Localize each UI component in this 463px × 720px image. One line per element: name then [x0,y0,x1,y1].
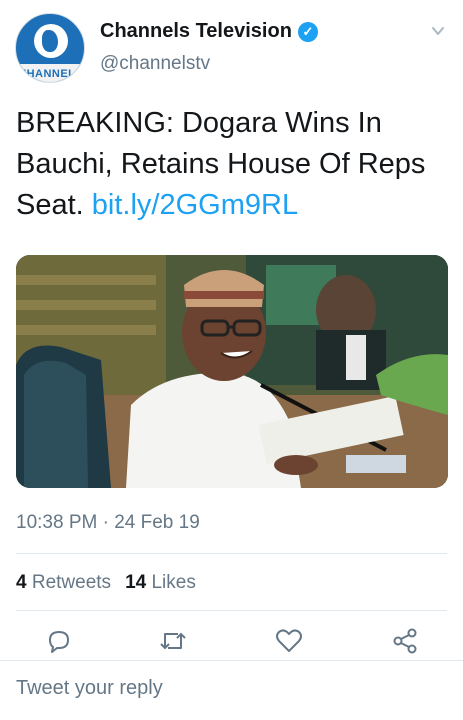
photo-illustration [16,255,448,488]
verified-badge-icon: ✓ [297,21,318,42]
share-button[interactable] [388,624,422,658]
user-handle[interactable]: @channelstv [100,53,210,75]
likes-stat[interactable]: 14 Likes [125,572,196,594]
like-button[interactable] [272,624,306,658]
display-name[interactable]: Channels Television [100,20,292,43]
divider [16,610,447,611]
retweets-count: 4 [16,572,27,593]
tweet-header: 'HANNEL' Channels Television ✓ @channels… [0,0,463,95]
share-icon [393,628,417,654]
heart-icon [276,629,302,652]
reply-input[interactable] [16,677,446,700]
avatar-logo-text: 'HANNEL' [16,64,84,82]
retweets-stat[interactable]: 4 Retweets [16,572,111,594]
engagement-stats: 4 Retweets 14 Likes [16,572,196,594]
chevron-down-icon[interactable] [431,24,445,38]
likes-label: Likes [151,572,196,593]
retweets-label: Retweets [31,572,112,593]
reply-icon [49,631,69,653]
action-bar [0,624,463,658]
tweet-photo[interactable] [16,255,448,488]
tweet-timestamp: 10:38 PM · 24 Feb 19 [16,512,200,533]
likes-count: 14 [125,572,147,593]
name-row[interactable]: Channels Television ✓ [100,20,318,43]
tweet-link[interactable]: bit.ly/2GGm9RL [92,189,298,221]
avatar[interactable]: 'HANNEL' [15,13,85,83]
retweet-icon [160,632,186,650]
reply-button[interactable] [42,624,76,658]
divider [16,553,447,554]
retweet-button[interactable] [156,624,190,658]
tweet-text: BREAKING: Dogara Wins In Bauchi, Retains… [16,103,451,226]
globe-logo-icon [34,24,68,58]
reply-composer [0,660,463,720]
